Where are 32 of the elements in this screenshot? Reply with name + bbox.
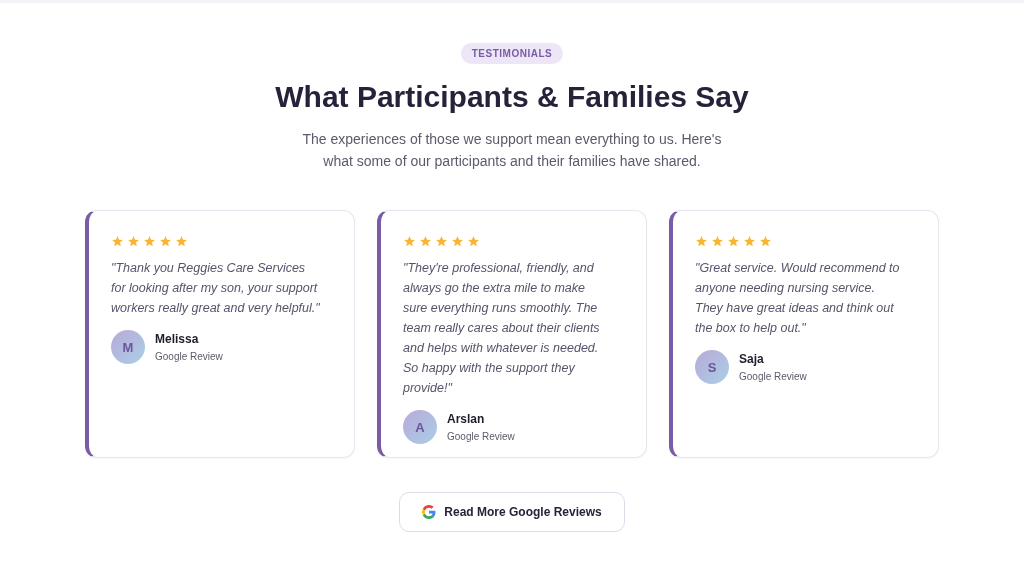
avatar: A <box>403 410 437 444</box>
intro-text: The experiences of those we support mean everything to us. Here's what some of our participants and their families have shared. <box>301 130 723 171</box>
star-icon <box>143 235 156 248</box>
testimonial-quote: "Thank you Reggies Care Services for looking after my son, your support workers really great and very helpful." <box>111 260 320 317</box>
star-icon <box>759 235 772 248</box>
review-source: Google Review <box>155 351 223 362</box>
star-icon <box>711 235 724 248</box>
star-icon <box>451 235 464 248</box>
testimonial-quote: "Great service. Would recommend to anyone needing nursing service. They have great ideas and think out the box to help out." <box>695 260 901 337</box>
reviewer-name: Arslan <box>447 412 486 426</box>
star-icon <box>175 235 188 248</box>
star-icon <box>111 235 124 248</box>
star-icon <box>695 235 708 248</box>
star-icon <box>159 235 172 248</box>
star-icon <box>467 235 480 248</box>
review-source: Google Review <box>447 431 515 442</box>
testimonial-quote: "They're professional, friendly, and always go the extra mile to make sure everything runs smoothly. The team really cares about their clients and helps with whatever is needed. So happy with the support they provide!" <box>403 260 601 397</box>
reviewer-name: Melissa <box>155 332 200 346</box>
google-icon <box>422 505 437 519</box>
star-icon <box>403 235 416 248</box>
star-icon <box>435 235 448 248</box>
star-icon <box>419 235 432 248</box>
read-more-button[interactable]: Read More Google Reviews <box>399 492 625 532</box>
reviewer-name: Saja <box>739 352 765 366</box>
section-heading: What Participants & Families Say <box>275 80 749 114</box>
star-icon <box>727 235 740 248</box>
section-badge: TESTIMONIALS <box>460 43 564 64</box>
star-icon <box>743 235 756 248</box>
review-source: Google Review <box>739 371 807 382</box>
star-icon <box>127 235 140 248</box>
avatar: S <box>695 350 729 384</box>
avatar: M <box>111 330 145 364</box>
